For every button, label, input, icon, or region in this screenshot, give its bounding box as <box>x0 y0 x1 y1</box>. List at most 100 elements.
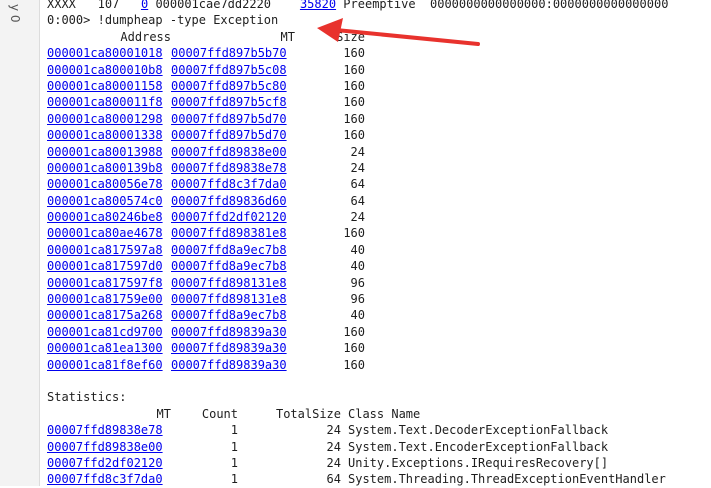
address-link[interactable]: 000001ca80001158 <box>47 78 171 94</box>
stat-class-name: System.Text.EncoderExceptionFallback <box>348 439 609 454</box>
address-link[interactable]: 000001ca81ea1300 <box>47 340 171 356</box>
dump-row: 000001ca81f8ef60 00007ffd89839a30 160 <box>47 357 711 373</box>
debugger-output: XXXX 107 0 000001cae7dd2220 35820 Preemp… <box>47 0 711 488</box>
object-size: 160 <box>343 357 365 372</box>
stat-mt-link[interactable]: 00007ffd2df02120 <box>47 455 171 471</box>
object-size: 160 <box>343 95 365 110</box>
address-link[interactable]: 000001ca81759e00 <box>47 291 171 307</box>
dump-row: 000001ca80001018 00007ffd897b5b70 160 <box>47 45 711 61</box>
object-size: 64 <box>350 193 365 208</box>
dump-row: 000001ca81759e00 00007ffd898131e8 96 <box>47 291 711 307</box>
statistics-row: 00007ffd89838e78 1 24 System.Text.DecoderEx… <box>47 422 711 438</box>
address-link[interactable]: 000001ca81f8ef60 <box>47 357 171 373</box>
mt-link[interactable]: 00007ffd8a9ec7b8 <box>171 307 295 323</box>
mt-link[interactable]: 00007ffd897b5d70 <box>171 111 295 127</box>
dump-row: 000001ca80001338 00007ffd897b5d70 160 <box>47 127 711 143</box>
stat-mt-link[interactable]: 00007ffd89838e78 <box>47 422 171 438</box>
mt-link[interactable]: 00007ffd89838e00 <box>171 144 295 160</box>
object-size: 160 <box>343 324 365 339</box>
address-link[interactable]: 000001ca8175a268 <box>47 307 171 323</box>
stat-total-size: 24 <box>326 439 341 454</box>
address-link[interactable]: 000001ca800011f8 <box>47 94 171 110</box>
object-size: 96 <box>350 292 365 307</box>
dump-row: 000001ca800574c0 00007ffd89836d60 64 <box>47 193 711 209</box>
header-address: Address <box>120 29 171 44</box>
stat-mt-link[interactable]: 00007ffd8c3f7da0 <box>47 471 171 487</box>
stat-count: 1 <box>230 455 238 470</box>
mt-link[interactable]: 00007ffd898131e8 <box>171 275 295 291</box>
dump-row: 000001ca80001298 00007ffd897b5d70 160 <box>47 111 711 127</box>
address-link[interactable]: 000001ca800139b8 <box>47 160 171 176</box>
mt-link[interactable]: 00007ffd897b5c08 <box>171 62 295 78</box>
header-mt: MT <box>280 29 295 44</box>
object-size: 40 <box>350 308 365 323</box>
header-size: Size <box>336 29 365 44</box>
stat-total-size: 24 <box>326 455 341 470</box>
dump-row: 000001ca817597a8 00007ffd8a9ec7b8 40 <box>47 242 711 258</box>
statistics-header: MT Count TotalSize Class Name <box>47 406 711 422</box>
left-gutter: y 0 <box>0 0 40 486</box>
thread-row: XXXX 107 0 000001cae7dd2220 35820 Preemp… <box>47 0 711 12</box>
address-link[interactable]: 000001ca80ae4678 <box>47 225 171 241</box>
prompt: 0:000> <box>47 13 91 28</box>
stat-count: 1 <box>230 423 238 438</box>
statistics-rows: 00007ffd89838e78 1 24 System.Text.DecoderEx… <box>47 422 711 488</box>
mt-link[interactable]: 00007ffd89836d60 <box>171 193 295 209</box>
address-link[interactable]: 000001ca80001018 <box>47 45 171 61</box>
mt-link[interactable]: 00007ffd898131e8 <box>171 291 295 307</box>
stat-count: 1 <box>230 472 238 487</box>
dump-row: 000001ca80246be8 00007ffd2df02120 24 <box>47 209 711 225</box>
mt-link[interactable]: 00007ffd8c3f7da0 <box>171 176 295 192</box>
mt-link[interactable]: 00007ffd897b5c80 <box>171 78 295 94</box>
address-link[interactable]: 000001ca80246be8 <box>47 209 171 225</box>
mt-link[interactable]: 00007ffd8a9ec7b8 <box>171 242 295 258</box>
stat-header-total: TotalSize <box>275 406 341 421</box>
object-size: 160 <box>343 226 365 241</box>
address-link[interactable]: 000001ca800574c0 <box>47 193 171 209</box>
address-link[interactable]: 000001ca817597d0 <box>47 258 171 274</box>
mt-link[interactable]: 00007ffd8a9ec7b8 <box>171 258 295 274</box>
stat-class-name: System.Threading.ThreadExceptionEventHan… <box>348 472 666 487</box>
command-line: 0:000> !dumpheap -type Exception <box>47 12 711 28</box>
mt-link[interactable]: 00007ffd897b5cf8 <box>171 94 295 110</box>
mt-link[interactable]: 00007ffd89839a30 <box>171 357 295 373</box>
dump-row: 000001ca800011f8 00007ffd897b5cf8 160 <box>47 94 711 110</box>
osid-link[interactable]: 0 <box>141 0 148 11</box>
mt-link[interactable]: 00007ffd89838e78 <box>171 160 295 176</box>
dump-row: 000001ca80056e78 00007ffd8c3f7da0 64 <box>47 176 711 192</box>
dump-row: 000001ca80001158 00007ffd897b5c80 160 <box>47 78 711 94</box>
mt-link[interactable]: 00007ffd897b5d70 <box>171 127 295 143</box>
stat-header-class: Class Name <box>348 406 421 421</box>
mt-link[interactable]: 00007ffd897b5b70 <box>171 45 295 61</box>
address-link[interactable]: 000001ca80001298 <box>47 111 171 127</box>
gutter-label: y 0 <box>8 4 22 23</box>
state-link[interactable]: 35820 <box>300 0 336 11</box>
dump-rows: 000001ca80001018 00007ffd897b5b70 160 00000… <box>47 45 711 373</box>
dump-row: 000001ca80ae4678 00007ffd898381e8 160 <box>47 225 711 241</box>
object-size: 40 <box>350 259 365 274</box>
address-link[interactable]: 000001ca817597f8 <box>47 275 171 291</box>
stat-header-mt: MT <box>156 406 171 421</box>
stat-class-name: System.Text.DecoderExceptionFallback <box>348 423 609 438</box>
mt-link[interactable]: 00007ffd898381e8 <box>171 225 295 241</box>
dump-row: 000001ca80013988 00007ffd89838e00 24 <box>47 144 711 160</box>
stat-count: 1 <box>230 439 238 454</box>
address-link[interactable]: 000001ca81cd9700 <box>47 324 171 340</box>
mt-link[interactable]: 00007ffd2df02120 <box>171 209 295 225</box>
stat-class-name: Unity.Exceptions.IRequiresRecovery[] <box>348 455 609 470</box>
address-link[interactable]: 000001ca80056e78 <box>47 176 171 192</box>
dump-header: Address MT Size <box>47 29 711 45</box>
address-link[interactable]: 000001ca80001338 <box>47 127 171 143</box>
stat-mt-link[interactable]: 00007ffd89838e00 <box>47 439 171 455</box>
address-link[interactable]: 000001ca80013988 <box>47 144 171 160</box>
address-link[interactable]: 000001ca817597a8 <box>47 242 171 258</box>
alloc-range: 0000000000000000:0000000000000000 <box>430 0 669 11</box>
mt-link[interactable]: 00007ffd89839a30 <box>171 324 295 340</box>
thread-name: XXXX <box>47 0 76 11</box>
object-size: 24 <box>350 160 365 175</box>
mt-link[interactable]: 00007ffd89839a30 <box>171 340 295 356</box>
object-size: 24 <box>350 144 365 159</box>
stat-header-count: Count <box>201 406 238 421</box>
address-link[interactable]: 000001ca800010b8 <box>47 62 171 78</box>
statistics-row: 00007ffd89838e00 1 24 System.Text.EncoderEx… <box>47 439 711 455</box>
